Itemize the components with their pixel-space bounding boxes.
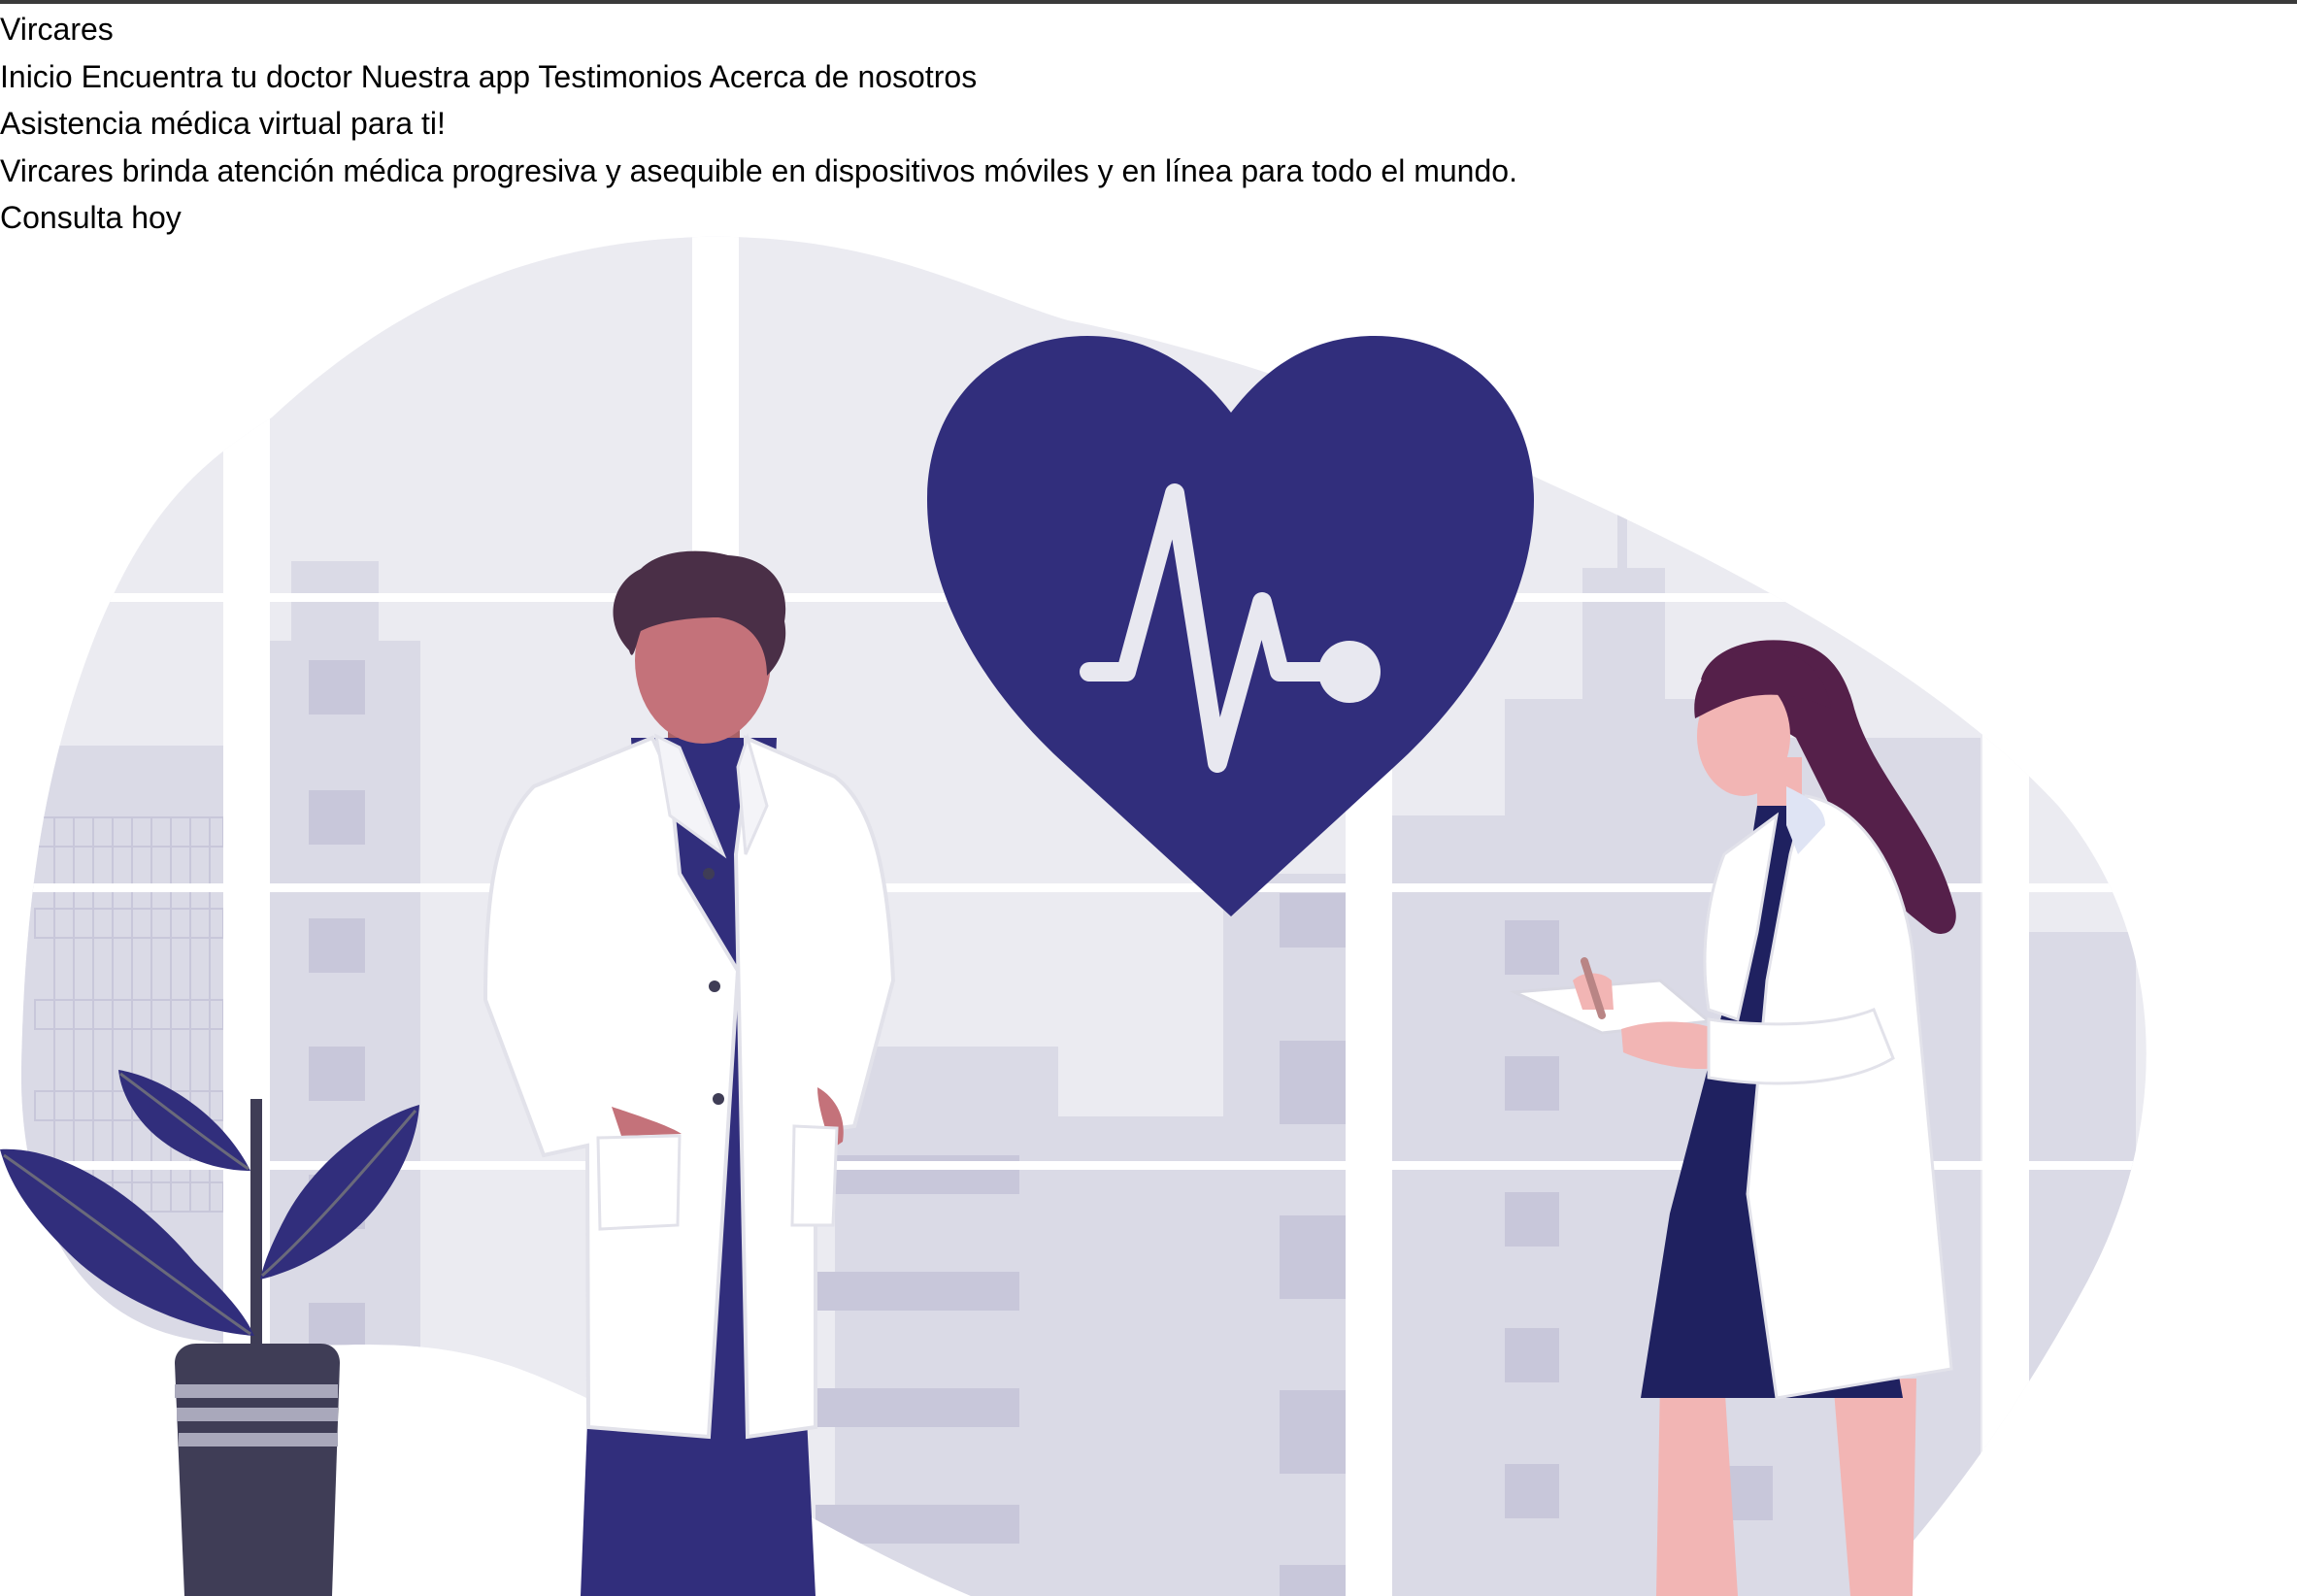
nav-item-acerca-de-nosotros[interactable]: Acerca de nosotros: [709, 59, 977, 94]
nav-item-testimonios[interactable]: Testimonios: [538, 59, 702, 94]
brand-name[interactable]: Vircares: [0, 6, 1517, 53]
hero-description: Vircares brinda atención médica progresi…: [0, 152, 1517, 188]
hero-title: Asistencia médica virtual para ti!: [0, 106, 446, 141]
nav-item-nuestra-app[interactable]: Nuestra app: [361, 59, 530, 94]
nav-item-inicio[interactable]: Inicio: [0, 59, 73, 94]
nav-item-encuentra-tu-doctor[interactable]: Encuentra tu doctor: [82, 59, 352, 94]
top-border: [0, 0, 2297, 4]
main-nav: Inicio Encuentra tu doctor Nuestra app T…: [0, 53, 1517, 101]
page-content: Vircares Inicio Encuentra tu doctor Nues…: [0, 6, 1517, 242]
doctors-heart-illustration: [0, 236, 2147, 1596]
